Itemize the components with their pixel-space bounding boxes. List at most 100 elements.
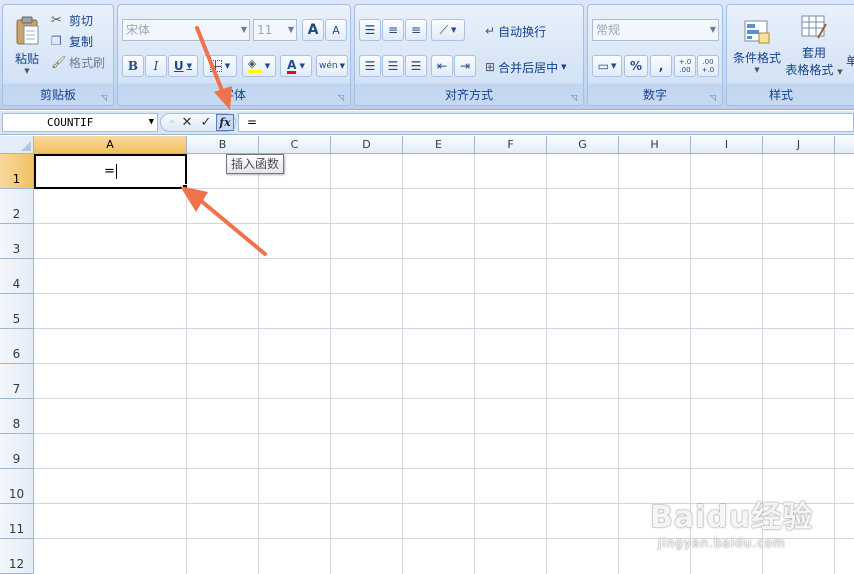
increase-decimal-label: +.0 .00: [678, 58, 692, 74]
increase-indent-button[interactable]: ⇥: [454, 55, 476, 77]
cut-button[interactable]: ✂ 剪切: [51, 11, 93, 29]
bold-button[interactable]: B: [122, 55, 144, 77]
phonetic-button[interactable]: wén ▼: [316, 55, 348, 77]
align-right-button[interactable]: ☰: [405, 55, 427, 77]
paste-button[interactable]: 粘贴 ▼: [7, 7, 47, 83]
align-left-button[interactable]: ☰: [359, 55, 381, 77]
copy-button[interactable]: ❐ 复制: [51, 32, 93, 50]
cancel-button[interactable]: ✕: [178, 114, 196, 131]
name-box[interactable]: COUNTIF ▼: [2, 113, 158, 132]
decrease-decimal-label: .00 +.0: [701, 58, 715, 74]
currency-button[interactable]: ▭ ▼: [592, 55, 622, 77]
formula-input[interactable]: =: [238, 113, 854, 132]
dialog-launcher-icon[interactable]: ◹: [338, 93, 347, 102]
fill-handle[interactable]: [182, 184, 188, 190]
column-header-a[interactable]: A: [34, 136, 187, 154]
column-header-h[interactable]: H: [619, 136, 691, 154]
format-painter-button[interactable]: 🖌 格式刷: [51, 53, 105, 71]
row-header-10[interactable]: 10: [0, 469, 34, 504]
row-header-2[interactable]: 2: [0, 189, 34, 224]
insert-function-tooltip: 插入函数: [226, 154, 285, 174]
row-header-9[interactable]: 9: [0, 434, 34, 469]
clipboard-group-label: 剪贴板: [39, 88, 76, 102]
grid-column-line: [834, 154, 835, 574]
underline-label: U: [173, 59, 184, 73]
orientation-button[interactable]: ⟋ ▼: [431, 19, 465, 41]
decrease-indent-button[interactable]: ⇤: [431, 55, 453, 77]
row-header-8[interactable]: 8: [0, 399, 34, 434]
grid-row-line: [34, 328, 854, 329]
number-group: 常规 ▼ ▭ ▼ % , +.0 .00 .00 +.0 数字 ◹: [587, 4, 723, 106]
increase-decimal-button[interactable]: +.0 .00: [674, 55, 696, 77]
row-header-4[interactable]: 4: [0, 259, 34, 294]
font-name-value: 宋体: [126, 23, 151, 37]
chevron-down-icon: ▼: [339, 62, 345, 70]
column-header-i[interactable]: I: [691, 136, 763, 154]
align-bottom-button[interactable]: ≡: [405, 19, 427, 41]
grid-row-line: [34, 223, 854, 224]
currency-icon: ▭: [597, 59, 609, 73]
orientation-icon: ⟋: [439, 22, 448, 37]
number-format-combo[interactable]: 常规 ▼: [592, 19, 719, 41]
dialog-launcher-icon[interactable]: ◹: [571, 93, 580, 102]
column-header-f[interactable]: F: [475, 136, 547, 154]
wrap-text-label: 自动换行: [498, 24, 547, 39]
grid-row-line: [34, 363, 854, 364]
comma-button[interactable]: ,: [650, 55, 672, 77]
merge-center-label: 合并后居中: [498, 60, 559, 75]
bold-label: B: [127, 59, 139, 73]
font-color-button[interactable]: A ▼: [280, 55, 312, 77]
percent-label: %: [629, 59, 643, 73]
decrease-decimal-button[interactable]: .00 +.0: [697, 55, 719, 77]
font-name-combo[interactable]: 宋体 ▼: [122, 19, 250, 41]
paste-icon: [16, 16, 39, 44]
align-middle-button[interactable]: ≡: [382, 19, 404, 41]
column-header-j[interactable]: J: [763, 136, 835, 154]
shrink-font-button[interactable]: A: [325, 19, 347, 41]
enter-button[interactable]: ✓: [197, 114, 215, 131]
conditional-format-button[interactable]: 条件格式 ▼: [729, 9, 785, 83]
select-all-button[interactable]: [0, 136, 34, 154]
grow-font-button[interactable]: A: [302, 19, 324, 41]
grid-column-line: [618, 154, 619, 574]
grid-column-line: [186, 154, 187, 574]
row-header-1[interactable]: 1: [0, 154, 34, 189]
chevron-down-icon: ▼: [240, 25, 247, 34]
chevron-down-icon[interactable]: ▼: [149, 114, 154, 131]
grid-column-line: [474, 154, 475, 574]
column-header-partial[interactable]: [835, 136, 854, 154]
column-header-d[interactable]: D: [331, 136, 403, 154]
align-center-button[interactable]: ☰: [382, 55, 404, 77]
dialog-launcher-icon[interactable]: ◹: [710, 93, 719, 102]
align-top-button[interactable]: ☰: [359, 19, 381, 41]
paint-bucket-icon: ◈: [247, 58, 262, 73]
font-size-combo[interactable]: 11 ▼: [253, 19, 297, 41]
underline-button[interactable]: U ▼: [168, 55, 198, 77]
table-format-line-2: 表格格式 ▼: [785, 61, 842, 78]
column-header-c[interactable]: C: [259, 136, 331, 154]
row-header-11[interactable]: 11: [0, 504, 34, 539]
active-cell-a1[interactable]: =: [34, 154, 187, 189]
column-header-e[interactable]: E: [403, 136, 475, 154]
grid-column-line: [330, 154, 331, 574]
wrap-text-button[interactable]: ↵ 自动换行: [485, 21, 546, 41]
decrease-indent-icon: ⇤: [436, 59, 448, 73]
column-header-b[interactable]: B: [187, 136, 259, 154]
row-header-6[interactable]: 6: [0, 329, 34, 364]
row-header-12[interactable]: 12: [0, 539, 34, 574]
conditional-format-icon: [744, 20, 770, 43]
percent-button[interactable]: %: [624, 55, 648, 77]
format-as-table-button[interactable]: 套用 表格格式 ▼: [785, 9, 843, 83]
column-header-g[interactable]: G: [547, 136, 619, 154]
italic-button[interactable]: I: [145, 55, 167, 77]
border-button[interactable]: ▼: [203, 55, 237, 77]
row-header-7[interactable]: 7: [0, 364, 34, 399]
merge-center-button[interactable]: ⊞ 合并后居中 ▼: [485, 57, 566, 77]
row-header-5[interactable]: 5: [0, 294, 34, 329]
cell-styles-button[interactable]: 单: [845, 51, 854, 69]
fill-color-button[interactable]: ◈ ▼: [242, 55, 276, 77]
dialog-launcher-icon[interactable]: ◹: [101, 93, 110, 102]
insert-function-button[interactable]: fx: [216, 114, 234, 131]
name-box-value: COUNTIF: [47, 116, 94, 129]
row-header-3[interactable]: 3: [0, 224, 34, 259]
